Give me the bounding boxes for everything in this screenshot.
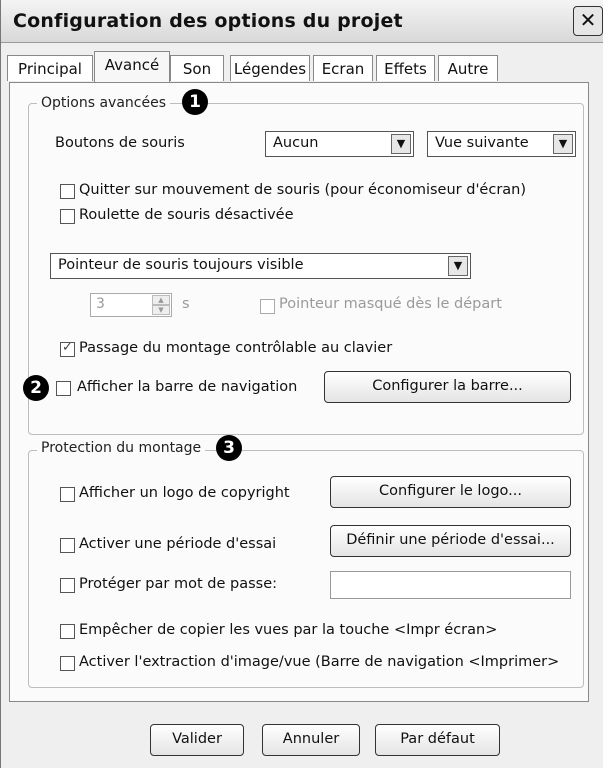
- select-value: Vue suivante: [435, 135, 529, 151]
- pointer-hidden-label: Pointeur masqué dès le départ: [279, 296, 502, 312]
- trial-period-label: Activer une période d'essai: [79, 536, 277, 552]
- keyboard-control-label: Passage du montage contrôlable au clavie…: [79, 340, 393, 356]
- dialog-footer: Valider Annuler Par défaut: [1, 702, 603, 768]
- pointer-delay-spinner[interactable]: 3 ▲ ▼: [90, 293, 172, 317]
- window-title: Configuration des options du projet: [13, 10, 403, 32]
- pointer-visibility-select[interactable]: Pointeur de souris toujours visible ▼: [50, 253, 471, 279]
- spin-up-icon[interactable]: ▲: [152, 295, 170, 305]
- ok-button[interactable]: Valider: [150, 724, 244, 756]
- show-navbar-label: Afficher la barre de navigation: [77, 379, 298, 395]
- select-value: Aucun: [273, 135, 319, 151]
- chevron-down-icon: ▼: [448, 256, 468, 276]
- tab-legendes[interactable]: Légendes: [230, 55, 310, 81]
- mouse-button-left-select[interactable]: Aucun ▼: [265, 131, 414, 157]
- keyboard-control-checkbox[interactable]: [60, 340, 75, 357]
- cancel-button[interactable]: Annuler: [262, 724, 360, 756]
- pointer-delay-unit: s: [182, 296, 190, 312]
- trial-period-checkbox[interactable]: [60, 538, 75, 553]
- configure-bar-button[interactable]: Configurer la barre...: [324, 371, 571, 403]
- block-print-screen-label: Empêcher de copier les vues par la touch…: [79, 622, 498, 638]
- wheel-disabled-label: Roulette de souris désactivée: [79, 207, 294, 223]
- callout-badge-3: 3: [216, 435, 242, 461]
- mouse-buttons-label: Boutons de souris: [55, 135, 185, 151]
- copyright-logo-label: Afficher un logo de copyright: [79, 485, 290, 501]
- tab-son[interactable]: Son: [170, 55, 224, 81]
- tab-ecran[interactable]: Ecran: [313, 55, 373, 81]
- password-field[interactable]: [330, 571, 571, 599]
- define-trial-button[interactable]: Définir une période d'essai...: [330, 525, 571, 557]
- quit-on-mouse-label: Quitter sur mouvement de souris (pour éc…: [79, 182, 527, 198]
- copyright-logo-checkbox[interactable]: [60, 487, 75, 502]
- close-button[interactable]: ✕: [573, 6, 603, 36]
- dialog-window: Configuration des options du projet ✕ Pr…: [0, 0, 603, 768]
- protection-title: Protection du montage: [37, 440, 206, 456]
- tab-effets[interactable]: Effets: [376, 55, 435, 81]
- quit-on-mouse-checkbox[interactable]: [60, 184, 75, 199]
- title-bar: Configuration des options du projet ✕: [1, 0, 603, 43]
- wheel-disabled-checkbox[interactable]: [60, 209, 75, 224]
- image-extraction-checkbox[interactable]: [60, 656, 75, 671]
- chevron-down-icon: ▼: [553, 134, 573, 154]
- configure-logo-button[interactable]: Configurer le logo...: [330, 476, 571, 508]
- image-extraction-label: Activer l'extraction d'image/vue (Barre …: [79, 654, 560, 670]
- default-button[interactable]: Par défaut: [375, 724, 500, 756]
- select-value: Pointeur de souris toujours visible: [58, 257, 304, 273]
- spin-down-icon[interactable]: ▼: [152, 305, 170, 315]
- tab-autre[interactable]: Autre: [438, 55, 498, 81]
- tab-panel-avance: Options avancées 1 Boutons de souris Auc…: [9, 82, 589, 702]
- mouse-button-right-select[interactable]: Vue suivante ▼: [427, 131, 576, 157]
- show-navbar-checkbox[interactable]: [56, 381, 71, 396]
- block-print-screen-checkbox[interactable]: [60, 624, 75, 639]
- close-icon: ✕: [579, 8, 597, 32]
- advanced-options-title: Options avancées: [37, 95, 171, 111]
- callout-badge-2: 2: [23, 375, 49, 401]
- callout-badge-1: 1: [182, 89, 208, 115]
- chevron-down-icon: ▼: [391, 134, 411, 154]
- password-label: Protéger par mot de passe:: [79, 576, 277, 592]
- spinner-value: 3: [96, 296, 105, 312]
- tab-avance[interactable]: Avancé: [94, 51, 170, 82]
- tab-principal[interactable]: Principal: [7, 55, 93, 81]
- password-checkbox[interactable]: [60, 578, 75, 593]
- pointer-hidden-checkbox[interactable]: [260, 299, 275, 314]
